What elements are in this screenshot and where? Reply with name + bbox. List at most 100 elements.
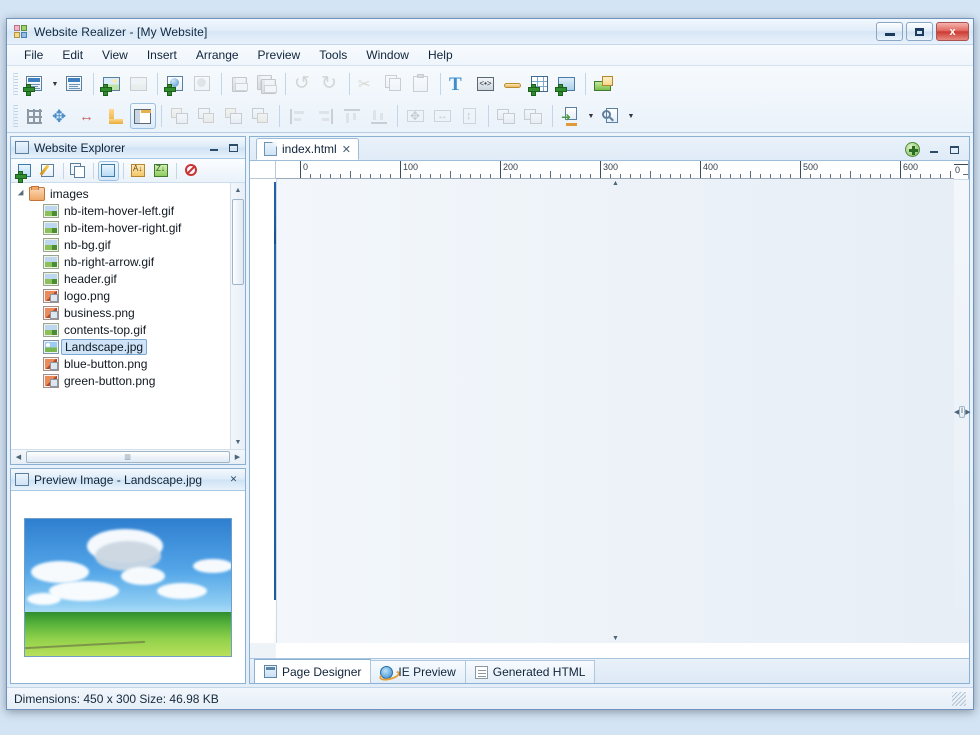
menu-view[interactable]: View <box>93 46 137 64</box>
publish-button[interactable]: ➜ <box>558 103 584 129</box>
explorer-vertical-scrollbar[interactable]: ▲ ▼ <box>230 183 245 449</box>
preview-dropdown[interactable]: ▼ <box>625 103 637 129</box>
list-item[interactable]: green-button.png <box>11 372 230 389</box>
new-file-button[interactable] <box>15 161 36 182</box>
resize-grip[interactable] <box>952 691 966 706</box>
save-button[interactable] <box>227 71 253 97</box>
insert-html-button[interactable]: <•> <box>473 71 499 97</box>
menu-preview[interactable]: Preview <box>249 46 310 64</box>
toolbar-grip[interactable] <box>13 105 18 127</box>
align-top-button[interactable] <box>339 103 365 129</box>
tab-generated-html[interactable]: Generated HTML <box>464 660 596 683</box>
publish-dropdown[interactable]: ▼ <box>585 103 597 129</box>
ungroup-button[interactable] <box>521 103 547 129</box>
minimize-button[interactable] <box>876 22 903 41</box>
scroll-up-icon[interactable]: ▲ <box>235 183 242 197</box>
menu-arrange[interactable]: Arrange <box>187 46 248 64</box>
bring-forward-button[interactable] <box>194 103 220 129</box>
duplicate-button[interactable] <box>68 161 89 181</box>
menu-tools[interactable]: Tools <box>310 46 356 64</box>
toolbar-grip[interactable] <box>13 73 18 95</box>
list-item-selected[interactable]: Landscape.jpg <box>11 338 230 355</box>
list-item[interactable]: nb-item-hover-left.gif <box>11 202 230 219</box>
open-page-button[interactable] <box>62 71 88 97</box>
insert-object-button[interactable] <box>591 71 617 97</box>
sort-az-button[interactable]: A↓ <box>128 161 149 181</box>
preview-button[interactable] <box>598 103 624 129</box>
list-item[interactable]: nb-bg.gif <box>11 236 230 253</box>
menu-insert[interactable]: Insert <box>138 46 186 64</box>
list-item[interactable]: header.gif <box>11 270 230 287</box>
image-button[interactable] <box>126 71 152 97</box>
add-page-button[interactable] <box>905 142 920 157</box>
move-button[interactable]: ✥ <box>49 103 75 129</box>
preview-close-button[interactable]: ✕ <box>226 473 241 487</box>
align-left-button[interactable] <box>285 103 311 129</box>
group-button[interactable] <box>494 103 520 129</box>
new-page-button[interactable] <box>22 71 48 97</box>
insert-table-button[interactable] <box>527 71 553 97</box>
tab-ie-preview[interactable]: IE Preview <box>370 660 466 683</box>
scroll-down-icon[interactable]: ▼ <box>235 435 242 449</box>
edit-file-button[interactable] <box>38 161 59 181</box>
grid-button[interactable] <box>22 103 48 129</box>
explorer-minimize-button[interactable] <box>206 141 221 155</box>
maximize-button[interactable] <box>906 22 933 41</box>
close-button[interactable]: x <box>936 22 969 41</box>
close-icon[interactable]: ✕ <box>342 143 351 156</box>
scroll-down-icon[interactable]: ▼ <box>277 635 954 642</box>
distribute-button[interactable]: ✥ <box>403 103 429 129</box>
menu-window[interactable]: Window <box>357 46 418 64</box>
restore-editor-button[interactable] <box>947 143 962 157</box>
undo-button[interactable]: ↺ <box>291 71 317 97</box>
canvas-horizontal-scrollbar[interactable]: ◀ ‖ ▶ <box>954 179 971 643</box>
align-bottom-button[interactable] <box>366 103 392 129</box>
same-width-button[interactable]: ↔ <box>430 103 456 129</box>
paste-button[interactable] <box>409 71 435 97</box>
new-image-button[interactable] <box>99 71 125 97</box>
minimize-editor-button[interactable] <box>926 143 941 157</box>
insert-text-button[interactable]: T <box>446 71 472 97</box>
ruler-button[interactable] <box>130 103 156 129</box>
canvas-vertical-scrollbar[interactable]: ▲ ▼ <box>276 179 954 643</box>
list-item[interactable]: contents-top.gif <box>11 321 230 338</box>
bring-to-front-button[interactable] <box>167 103 193 129</box>
scroll-up-icon[interactable]: ▲ <box>277 180 954 187</box>
delete-button[interactable] <box>181 161 202 181</box>
menu-edit[interactable]: Edit <box>53 46 92 64</box>
menu-help[interactable]: Help <box>419 46 462 64</box>
copy-button[interactable] <box>382 71 408 97</box>
redo-button[interactable]: ↻ <box>318 71 344 97</box>
list-item[interactable]: logo.png <box>11 287 230 304</box>
list-item[interactable]: blue-button.png <box>11 355 230 372</box>
resize-button[interactable]: ↔ <box>76 103 102 129</box>
same-height-button[interactable]: ↕ <box>457 103 483 129</box>
page-canvas[interactable]: Business Menu Item Menu Item Menu Item <box>250 179 276 643</box>
expand-arrow-icon[interactable] <box>15 189 29 198</box>
document-tab-index-html[interactable]: index.html ✕ <box>256 138 359 160</box>
align-right-button[interactable] <box>312 103 338 129</box>
list-item[interactable]: business.png <box>11 304 230 321</box>
scrollbar-thumb[interactable] <box>232 199 244 285</box>
scroll-right-icon[interactable]: ▶ <box>965 408 970 416</box>
menu-file[interactable]: File <box>15 46 52 64</box>
tree-node-images[interactable]: images <box>11 185 230 202</box>
new-website-button[interactable] <box>163 71 189 97</box>
save-all-button[interactable] <box>254 71 280 97</box>
insert-frame-button[interactable] <box>554 71 580 97</box>
insert-line-button[interactable] <box>500 71 526 97</box>
cut-button[interactable]: ✂ <box>355 71 381 97</box>
website-button[interactable] <box>190 71 216 97</box>
sort-za-button[interactable]: Z↓ <box>151 161 172 181</box>
scroll-right-icon[interactable]: ▶ <box>231 453 244 461</box>
send-to-back-button[interactable] <box>248 103 274 129</box>
corner-button[interactable] <box>103 103 129 129</box>
explorer-horizontal-scrollbar[interactable]: ◀ ▥ ▶ <box>11 449 245 464</box>
scrollbar-thumb[interactable]: ▥ <box>26 451 230 463</box>
preview-toggle-button[interactable] <box>98 160 119 181</box>
scroll-left-icon[interactable]: ◀ <box>12 453 25 461</box>
explorer-restore-button[interactable] <box>226 141 241 155</box>
send-backward-button[interactable] <box>221 103 247 129</box>
list-item[interactable]: nb-right-arrow.gif <box>11 253 230 270</box>
list-item[interactable]: nb-item-hover-right.gif <box>11 219 230 236</box>
